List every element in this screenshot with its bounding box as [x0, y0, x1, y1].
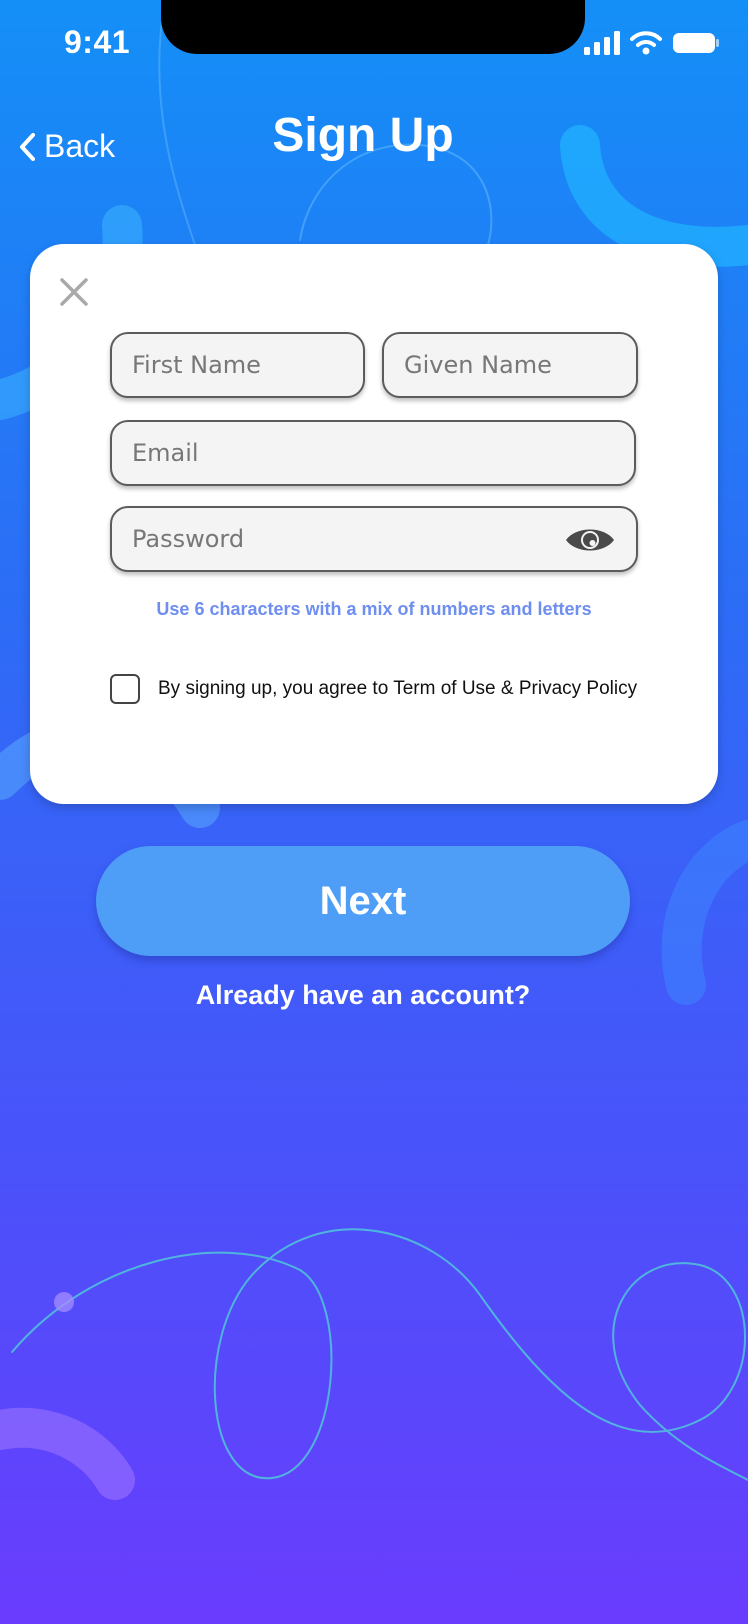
- close-icon: [60, 278, 88, 306]
- password-hint: Use 6 characters with a mix of numbers a…: [156, 599, 592, 619]
- status-icons: [584, 28, 720, 58]
- wifi-icon: [630, 31, 662, 55]
- next-button[interactable]: Next: [96, 846, 630, 956]
- given-name-field: [382, 332, 638, 398]
- eye-icon: [566, 529, 614, 551]
- battery-icon: [673, 33, 719, 53]
- sign-in-link[interactable]: Already have an account?: [0, 980, 726, 1011]
- status-time: 9:41: [64, 24, 131, 60]
- terms-label: By signing up, you agree to Term of Use …: [158, 678, 638, 699]
- page-title: Sign Up: [272, 109, 454, 162]
- password-field: [110, 506, 638, 572]
- email-field: [110, 420, 636, 486]
- first-name-field: [110, 332, 365, 398]
- camera-notch: [161, 0, 585, 54]
- given-name-input[interactable]: [384, 334, 636, 396]
- terms-checkbox[interactable]: [110, 674, 140, 704]
- email-input[interactable]: [112, 422, 634, 484]
- show-password-button[interactable]: [564, 524, 616, 556]
- close-button[interactable]: [56, 274, 92, 310]
- first-name-input[interactable]: [112, 334, 363, 396]
- signal-icon: [584, 31, 620, 55]
- password-input[interactable]: [112, 508, 636, 570]
- signup-form-card: Use 6 characters with a mix of numbers a…: [30, 244, 718, 804]
- status-bar: 9:41: [0, 0, 748, 90]
